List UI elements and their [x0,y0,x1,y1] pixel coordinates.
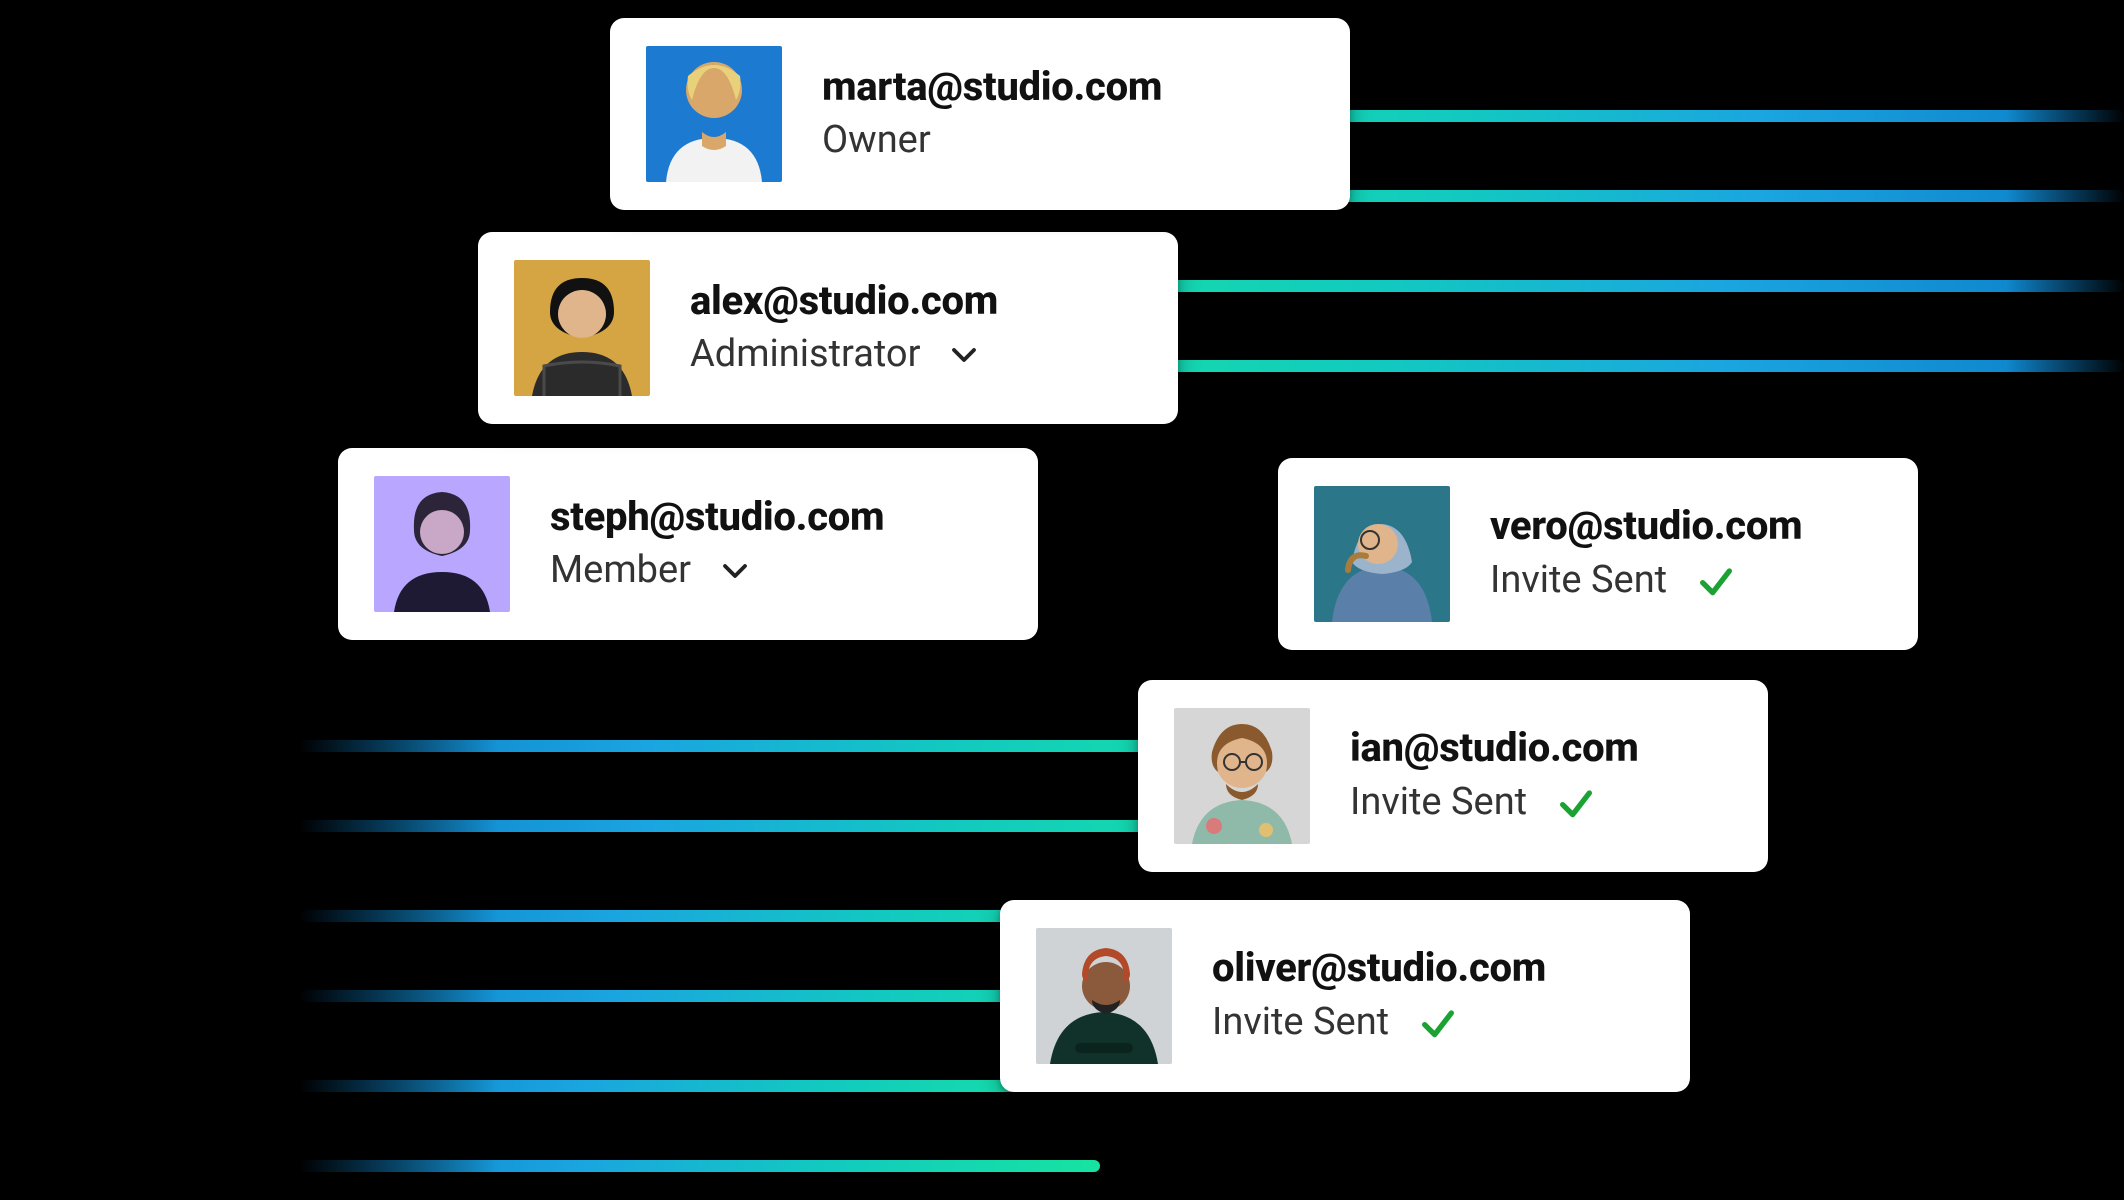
avatar [514,260,650,396]
member-role: Invite Sent [1212,1001,1389,1045]
member-email: oliver@studio.com [1212,946,1546,990]
member-card: marta@studio.com Owner [610,18,1350,210]
check-icon [1415,1000,1461,1046]
decor-line [300,1160,1100,1172]
member-info: ian@studio.com Invite Sent [1350,726,1639,826]
member-role[interactable]: Administrator [690,333,920,377]
member-card: vero@studio.com Invite Sent [1278,458,1918,650]
avatar [1314,486,1450,622]
member-email: vero@studio.com [1490,504,1802,548]
member-info: alex@studio.com Administrator [690,279,998,377]
member-email: steph@studio.com [550,495,884,539]
member-role[interactable]: Member [550,549,691,593]
avatar [646,46,782,182]
member-info: vero@studio.com Invite Sent [1490,504,1802,604]
check-icon [1693,558,1739,604]
member-email: marta@studio.com [822,65,1162,109]
avatar [374,476,510,612]
member-email: ian@studio.com [1350,726,1639,770]
member-card: steph@studio.com Member [338,448,1038,640]
member-role: Invite Sent [1350,781,1527,825]
member-card: ian@studio.com Invite Sent [1138,680,1768,872]
decor-line [300,1080,1100,1092]
member-info: oliver@studio.com Invite Sent [1212,946,1546,1046]
check-icon [1553,780,1599,826]
avatar [1036,928,1172,1064]
member-email: alex@studio.com [690,279,998,323]
stage: marta@studio.com Owner alex@studio.com A… [0,0,2124,1200]
member-card: alex@studio.com Administrator [478,232,1178,424]
member-role: Invite Sent [1490,559,1667,603]
avatar [1174,708,1310,844]
member-card: oliver@studio.com Invite Sent [1000,900,1690,1092]
chevron-down-icon[interactable] [946,337,982,373]
member-info: marta@studio.com Owner [822,65,1162,163]
member-info: steph@studio.com Member [550,495,884,593]
member-role: Owner [822,119,931,163]
chevron-down-icon[interactable] [717,553,753,589]
